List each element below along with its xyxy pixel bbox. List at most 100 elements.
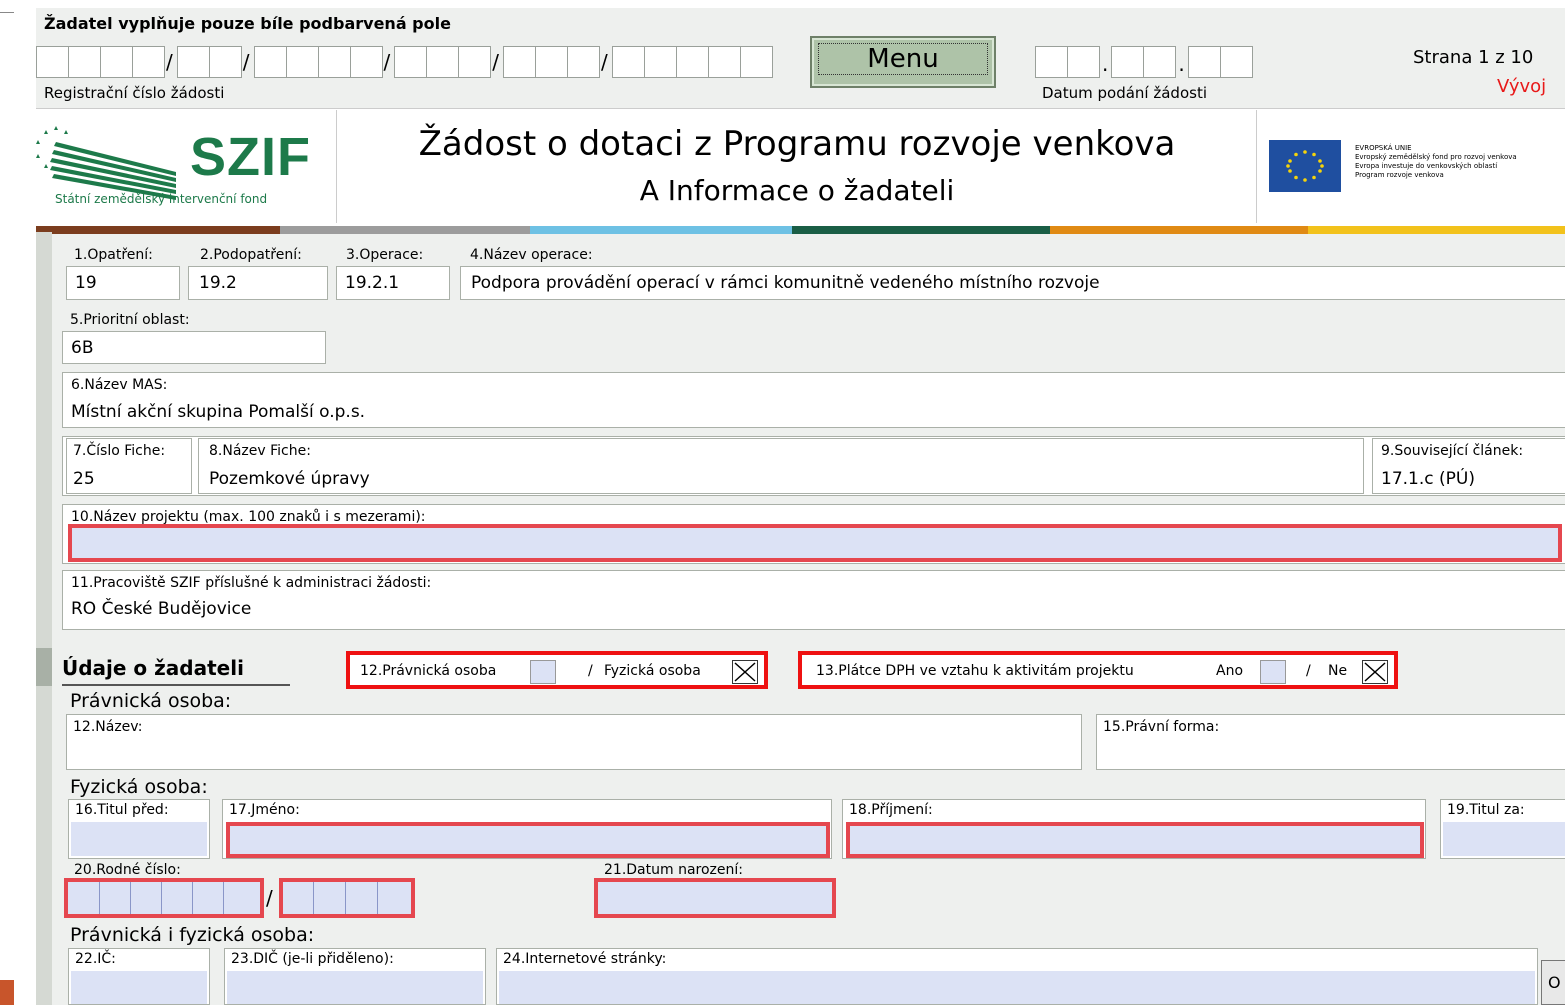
field-3-value: 19.2.1 xyxy=(345,273,400,293)
first-name-label: 17.Jméno: xyxy=(229,802,300,818)
birth-number-part2-input[interactable] xyxy=(279,878,415,918)
field-4-value-box: Podpora provádění operací v rámci komuni… xyxy=(460,266,1565,300)
field-1-value: 19 xyxy=(75,273,97,293)
q12-natural-checkbox[interactable] xyxy=(732,660,758,684)
project-name-input[interactable] xyxy=(68,524,1562,562)
dic-label: 23.DIČ (je-li přiděleno): xyxy=(231,951,394,967)
checked-x-icon xyxy=(1364,662,1386,682)
field-7-label: 7.Číslo Fiche: xyxy=(73,443,166,459)
field-10-label: 10.Název projektu (max. 100 znaků i s me… xyxy=(71,509,426,525)
field-9-label: 9.Související článek: xyxy=(1381,443,1524,459)
eu-line-2: Evropský zemědělský fond pro rozvoj venk… xyxy=(1355,153,1517,161)
title-after-box: 19.Titul za: xyxy=(1440,799,1565,859)
title-before-label: 16.Titul před: xyxy=(75,802,169,818)
q12-legal-checkbox[interactable] xyxy=(530,660,556,684)
field-11-box: 11.Pracoviště SZIF příslušné k administr… xyxy=(62,570,1565,630)
q12-natural-label: Fyzická osoba xyxy=(604,663,701,679)
web-label: 24.Internetové stránky: xyxy=(503,951,667,967)
title-after-input[interactable] xyxy=(1443,822,1565,856)
title-before-input[interactable] xyxy=(71,822,207,856)
legal-name-box[interactable]: 12.Název: xyxy=(66,714,1082,770)
dic-box: 23.DIČ (je-li přiděleno): xyxy=(224,948,486,1005)
web-box: 24.Internetové stránky: xyxy=(496,948,1538,1005)
section-title: A Informace o žadateli xyxy=(639,174,955,207)
birth-date-input[interactable] xyxy=(594,878,836,918)
field-1-value-box: 19 xyxy=(66,266,180,300)
submission-date-input[interactable]: . . xyxy=(1035,46,1253,78)
menu-button[interactable]: Menu xyxy=(810,36,996,88)
page-title: Žádost o dotaci z Programu rozvoje venko… xyxy=(418,124,1176,164)
field-5-value-box: 6B xyxy=(62,331,326,364)
field-8-label: 8.Název Fiche: xyxy=(209,443,311,459)
field-8-box: 8.Název Fiche: Pozemkové úpravy xyxy=(198,438,1364,494)
both-persons-heading: Právnická i fyzická osoba: xyxy=(70,924,315,946)
szif-field-icon xyxy=(36,126,176,200)
left-strip xyxy=(36,232,52,1005)
field-5-label: 5.Prioritní oblast: xyxy=(70,312,190,328)
q13-separator: / xyxy=(1306,663,1311,679)
eu-flag-icon xyxy=(1269,140,1341,192)
field-6-label: 6.Název MAS: xyxy=(71,377,168,393)
natural-person-heading: Fyzická osoba: xyxy=(70,776,208,798)
field-4-label: 4.Název operace: xyxy=(470,247,593,263)
web-input[interactable] xyxy=(499,971,1535,1004)
side-button[interactable]: O xyxy=(1541,960,1565,1005)
field-1-label: 1.Opatření: xyxy=(74,247,153,263)
field-2-value-box: 19.2 xyxy=(188,266,328,300)
field-5-value: 6B xyxy=(71,338,94,358)
submission-date-label: Datum podání žádosti xyxy=(1042,84,1207,102)
field-11-label: 11.Pracoviště SZIF příslušné k administr… xyxy=(71,575,432,591)
surname-label: 18.Příjmení: xyxy=(849,802,933,818)
dic-input[interactable] xyxy=(227,971,483,1004)
ic-label: 22.IČ: xyxy=(75,951,116,967)
eu-line-1: EVROPSKÁ UNIE xyxy=(1355,144,1412,152)
title-before-box: 16.Titul před: xyxy=(68,799,210,859)
field-6-box: 6.Název MAS: Místní akční skupina Pomalš… xyxy=(62,372,1565,428)
q13-label: 13.Plátce DPH ve vztahu k aktivitám proj… xyxy=(816,663,1134,679)
title-after-label: 19.Titul za: xyxy=(1447,802,1525,818)
q13-no-checkbox[interactable] xyxy=(1362,660,1388,684)
field-4-value: Podpora provádění operací v rámci komuni… xyxy=(471,273,1100,293)
eu-line-3: Evropa investuje do venkovských oblastí xyxy=(1355,162,1498,170)
legal-form-label: 15.Právní forma: xyxy=(1103,719,1220,735)
szif-logo: SZIF Státní zemědělský intervenční fond xyxy=(36,110,337,223)
field-11-value: RO České Budějovice xyxy=(71,599,252,619)
birth-number-label: 20.Rodné číslo: xyxy=(74,862,181,878)
q13-yes-label: Ano xyxy=(1216,663,1244,679)
section-marker xyxy=(36,648,52,686)
szif-logo-text: SZIF xyxy=(190,127,311,187)
form-instruction: Žadatel vyplňuje pouze bíle podbarvená p… xyxy=(44,14,451,33)
q13-no-label: Ne xyxy=(1328,663,1348,679)
ic-input[interactable] xyxy=(71,971,207,1004)
page-info: Strana 1 z 10 xyxy=(1413,47,1534,68)
corner-mark xyxy=(0,12,14,13)
q12-legal-label: 12.Právnická osoba xyxy=(360,663,497,679)
first-name-input[interactable] xyxy=(226,822,830,858)
applicant-heading-underline xyxy=(62,684,290,686)
status-badge: Vývoj xyxy=(1497,76,1547,97)
legal-form-box[interactable]: 15.Právní forma: xyxy=(1096,714,1565,770)
registration-number-input[interactable]: / / / / / xyxy=(36,46,773,78)
field-9-box: 9.Související článek: 17.1.c (PÚ) xyxy=(1372,438,1565,494)
field-2-label: 2.Podopatření: xyxy=(200,247,302,263)
corner-decoration xyxy=(0,980,14,1005)
q12-person-type-group: 12.Právnická osoba / Fyzická osoba xyxy=(346,651,768,689)
q12-separator: / xyxy=(588,663,593,679)
q13-yes-checkbox[interactable] xyxy=(1260,660,1286,684)
surname-input[interactable] xyxy=(846,822,1424,858)
ic-box: 22.IČ: xyxy=(68,948,210,1005)
legal-name-label: 12.Název: xyxy=(73,719,143,735)
applicant-heading: Údaje o žadateli xyxy=(62,656,244,680)
szif-subtitle: Státní zemědělský intervenční fond xyxy=(55,192,268,206)
birth-number-part1-input[interactable] xyxy=(64,878,264,918)
registration-number-label: Registrační číslo žádosti xyxy=(44,84,225,102)
legal-person-heading: Právnická osoba: xyxy=(70,690,232,712)
field-7-value: 25 xyxy=(73,469,95,489)
color-bar xyxy=(36,226,1565,234)
field-2-value: 19.2 xyxy=(199,273,237,293)
eu-line-4: Program rozvoje venkova xyxy=(1355,171,1444,179)
field-3-value-box: 19.2.1 xyxy=(336,266,450,300)
q13-vat-payer-group: 13.Plátce DPH ve vztahu k aktivitám proj… xyxy=(798,651,1398,689)
field-8-value: Pozemkové úpravy xyxy=(209,469,370,489)
field-3-label: 3.Operace: xyxy=(346,247,424,263)
